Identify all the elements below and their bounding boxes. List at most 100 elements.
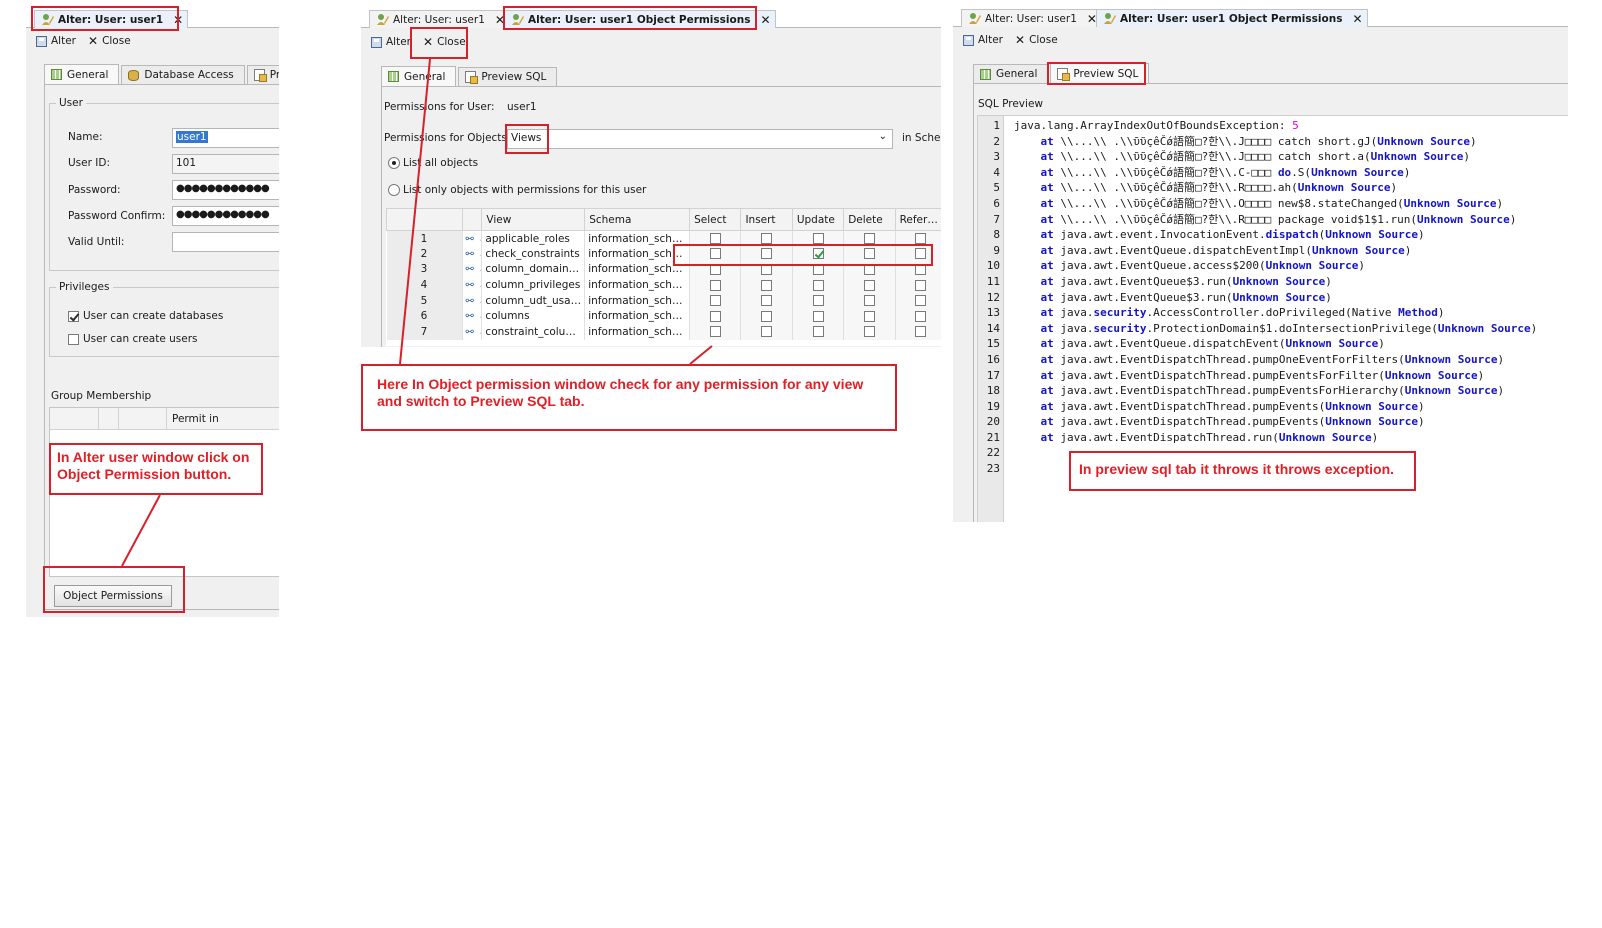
permission-cell[interactable] (740, 277, 793, 293)
keyword-token: at (1040, 150, 1054, 164)
callout-preview-sql-text: In preview sql tab it throws it throws e… (1079, 461, 1395, 477)
view-name: applicable_roles (481, 230, 586, 247)
permission-checkbox[interactable] (914, 326, 926, 338)
code-token: ) (1477, 368, 1485, 382)
tab-alter-user-3[interactable]: Alter: User: user1 ✕ (961, 9, 1102, 27)
alter-button[interactable]: Alter (32, 32, 80, 50)
close-button-3[interactable]: ✕ Close (1011, 31, 1062, 49)
permission-checkbox[interactable] (709, 326, 721, 338)
tab-database-access[interactable]: Database Access (121, 65, 245, 84)
keyword-token: do (1277, 165, 1292, 179)
list-all-radio[interactable] (388, 157, 400, 169)
permission-checkbox[interactable] (812, 233, 824, 245)
permission-cell[interactable] (895, 324, 941, 340)
tab-general-2[interactable]: General (381, 66, 457, 86)
tab-preview-sql[interactable]: Pre (246, 65, 279, 84)
permission-checkbox[interactable] (812, 279, 824, 291)
permission-checkbox[interactable] (761, 233, 773, 245)
permission-cell[interactable] (792, 292, 845, 309)
permission-cell[interactable] (689, 308, 742, 325)
tab-alter-user-2[interactable]: Alter: User: user1 ✕ (369, 10, 510, 28)
permission-cell[interactable] (792, 324, 845, 340)
tab-general-3[interactable]: General (973, 64, 1049, 83)
perm-objects-select[interactable]: Views ⌄ (507, 129, 893, 149)
permission-checkbox[interactable] (914, 233, 926, 245)
permission-checkbox[interactable] (709, 279, 721, 291)
privilege-create-users[interactable]: User can create users (68, 333, 198, 345)
col-schema[interactable]: Schema (584, 208, 691, 231)
permission-cell[interactable] (689, 277, 742, 293)
password-confirm-field[interactable]: ●●●●●●●●●●●● (172, 206, 279, 226)
permission-checkbox[interactable] (812, 326, 824, 338)
permission-checkbox[interactable] (709, 295, 721, 307)
permission-cell[interactable] (740, 324, 793, 340)
privilege-create-databases[interactable]: User can create databases (68, 310, 223, 322)
list-only-radio[interactable] (388, 184, 400, 196)
alter-button-3[interactable]: Alter (959, 31, 1007, 49)
create-databases-checkbox[interactable] (68, 310, 79, 322)
col-insert[interactable]: Insert (740, 208, 793, 231)
permission-checkbox[interactable] (914, 295, 926, 307)
alter-button-2[interactable]: Alter (367, 33, 415, 51)
permission-cell[interactable] (689, 292, 742, 309)
create-users-checkbox[interactable] (68, 333, 79, 345)
permission-cell[interactable] (895, 308, 941, 325)
permission-checkbox[interactable] (812, 310, 824, 322)
permission-checkbox[interactable] (914, 279, 926, 291)
permission-checkbox[interactable] (863, 310, 875, 322)
name-field[interactable]: user1 (172, 128, 279, 148)
permission-cell[interactable] (792, 308, 845, 325)
close-tab-icon[interactable]: ✕ (1352, 12, 1362, 26)
permission-checkbox[interactable] (914, 310, 926, 322)
table-row[interactable]: 4 ⚯ column_privileges information_schema (386, 277, 941, 293)
permission-cell[interactable] (843, 277, 896, 293)
permission-cell[interactable] (792, 277, 845, 293)
close-button[interactable]: ✕ Close (84, 32, 135, 50)
permission-checkbox[interactable] (863, 295, 875, 307)
permission-cell[interactable] (843, 308, 896, 325)
permission-checkbox[interactable] (863, 279, 875, 291)
view-icon: ⚯ (462, 324, 483, 340)
permission-checkbox[interactable] (863, 233, 875, 245)
col-update[interactable]: Update (791, 208, 845, 231)
permission-checkbox[interactable] (761, 279, 773, 291)
permission-cell[interactable] (895, 292, 941, 309)
permission-cell[interactable] (740, 308, 793, 325)
permission-cell[interactable] (843, 292, 896, 309)
permission-checkbox[interactable] (709, 233, 721, 245)
col-delete[interactable]: Delete (843, 208, 896, 231)
valid-until-field[interactable] (172, 232, 279, 252)
table-row[interactable]: 5 ⚯ column_udt_usage information_schema (386, 292, 941, 309)
permission-cell[interactable] (895, 277, 941, 293)
tab-preview-sql-2[interactable]: Preview SQL (458, 67, 558, 86)
password-field[interactable]: ●●●●●●●●●●●● (172, 180, 279, 200)
row-number: 1 (386, 230, 463, 247)
table-row[interactable]: 6 ⚯ columns information_schema (386, 308, 941, 325)
table-row[interactable]: 7 ⚯ constraint_colum… information_schema (386, 324, 941, 340)
col-references[interactable]: Refer… (894, 208, 941, 231)
permission-cell[interactable] (843, 324, 896, 340)
user-id-field[interactable]: 101 (172, 154, 279, 174)
col-select[interactable]: Select (689, 208, 742, 231)
alter-label-3: Alter (978, 34, 1003, 46)
line-number: 1 (993, 119, 1000, 132)
permission-checkbox[interactable] (812, 295, 824, 307)
number-token: 5 (1292, 119, 1299, 132)
code-token: ) (1509, 212, 1517, 226)
permission-checkbox[interactable] (761, 310, 773, 322)
sql-document-icon (465, 71, 479, 84)
permission-checkbox[interactable] (709, 310, 721, 322)
radio-list-all[interactable]: List all objects (388, 157, 478, 169)
view-icon: ⚯ (462, 261, 483, 278)
radio-list-only[interactable]: List only objects with permissions for t… (388, 184, 646, 196)
permission-cell[interactable] (740, 292, 793, 309)
col-view[interactable]: View (481, 208, 586, 231)
permission-checkbox[interactable] (761, 295, 773, 307)
tab-object-permissions-3[interactable]: Alter: User: user1 Object Permissions ✕ (1096, 9, 1368, 27)
permission-checkbox[interactable] (863, 326, 875, 338)
code-token: \\...\\ .\\ῦῦçêČǿ語簡□?한\\.J□□□□ catch sho… (1053, 134, 1378, 148)
close-tab-icon[interactable]: ✕ (760, 13, 770, 27)
permission-checkbox[interactable] (761, 326, 773, 338)
tab-general[interactable]: General (44, 64, 120, 84)
permission-cell[interactable] (689, 324, 742, 340)
